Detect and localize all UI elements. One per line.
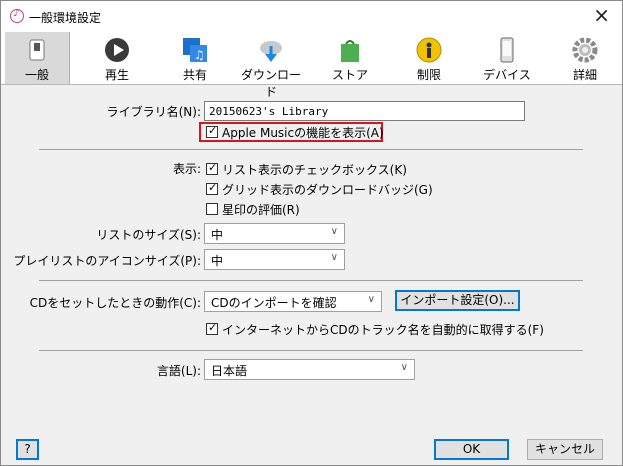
tab-advanced[interactable]: 詳細	[553, 32, 617, 84]
cd-action-select[interactable]: CDのインポートを確認 ∨	[204, 291, 382, 312]
star-rating-label: 星印の評価(R)	[222, 203, 300, 217]
chevron-down-icon: ∨	[330, 252, 338, 263]
phone-icon	[500, 37, 514, 63]
divider	[39, 280, 583, 281]
cancel-button[interactable]: キャンセル	[527, 439, 603, 460]
language-select[interactable]: 日本語 ∨	[204, 359, 415, 380]
general-settings-panel: ライブラリ名(N): Apple Musicの機能を表示(A) 表示: リスト表…	[1, 85, 622, 465]
shared-music-icon: ♫	[183, 38, 207, 62]
play-icon	[105, 38, 129, 62]
cd-track-names-checkbox[interactable]	[206, 321, 218, 335]
playlist-icon-size-label: プレイリストのアイコンサイズ(P):	[13, 254, 201, 268]
divider	[39, 350, 583, 351]
cd-track-names-label: インターネットからCDのトラック名を自動的に取得する(F)	[222, 323, 544, 337]
list-checkbox-label: リスト表示のチェックボックス(K)	[222, 163, 407, 177]
divider	[39, 149, 583, 150]
gear-icon	[572, 37, 598, 63]
preferences-toolbar: 一般 再生 ♫ 共有 ダウンロード ストア 制限 デバイス 詳細	[1, 32, 622, 99]
tab-store[interactable]: ストア	[318, 32, 382, 84]
grid-badge-checkbox[interactable]	[206, 181, 218, 195]
apple-music-checkbox[interactable]	[206, 124, 218, 138]
ok-button[interactable]: OK	[434, 439, 509, 460]
close-button[interactable]: ×	[593, 5, 610, 25]
chevron-down-icon: ∨	[400, 362, 408, 373]
list-checkbox-checkbox[interactable]	[206, 161, 218, 175]
list-size-select[interactable]: 中 ∨	[204, 223, 345, 244]
star-rating-checkbox[interactable]	[206, 203, 218, 215]
itunes-icon	[10, 8, 24, 23]
import-settings-button[interactable]: インポート設定(O)...	[395, 290, 520, 311]
parental-control-icon	[416, 37, 442, 63]
library-name-label: ライブラリ名(N):	[106, 105, 201, 119]
window-title: 一般環境設定	[29, 11, 102, 25]
preferences-window: 一般環境設定 × 一般 再生 ♫ 共有 ダウンロード ストア 制限	[0, 0, 623, 466]
cd-action-label: CDをセットしたときの動作(C):	[29, 296, 201, 310]
switch-icon	[29, 39, 45, 61]
display-label: 表示:	[172, 162, 201, 176]
cloud-download-icon	[260, 41, 282, 62]
shopping-bag-icon	[341, 40, 359, 62]
chevron-down-icon: ∨	[367, 294, 375, 305]
title-bar: 一般環境設定 ×	[1, 1, 622, 32]
playlist-icon-size-select[interactable]: 中 ∨	[204, 249, 345, 270]
tab-sharing[interactable]: ♫ 共有	[163, 32, 227, 84]
tab-restrictions[interactable]: 制限	[397, 32, 461, 84]
language-label: 言語(L):	[156, 364, 201, 378]
grid-badge-label: グリッド表示のダウンロードバッジ(G)	[222, 183, 433, 197]
chevron-down-icon: ∨	[330, 226, 338, 237]
library-name-input[interactable]	[204, 101, 525, 121]
apple-music-label: Apple Musicの機能を表示(A)	[222, 126, 384, 140]
tab-devices[interactable]: デバイス	[475, 32, 539, 84]
tab-playback[interactable]: 再生	[85, 32, 149, 84]
svg-text:♫: ♫	[194, 48, 205, 62]
tab-general[interactable]: 一般	[5, 32, 70, 84]
list-size-label: リストのサイズ(S):	[96, 228, 201, 242]
help-button[interactable]: ?	[16, 439, 39, 460]
tab-download[interactable]: ダウンロード	[239, 32, 303, 99]
